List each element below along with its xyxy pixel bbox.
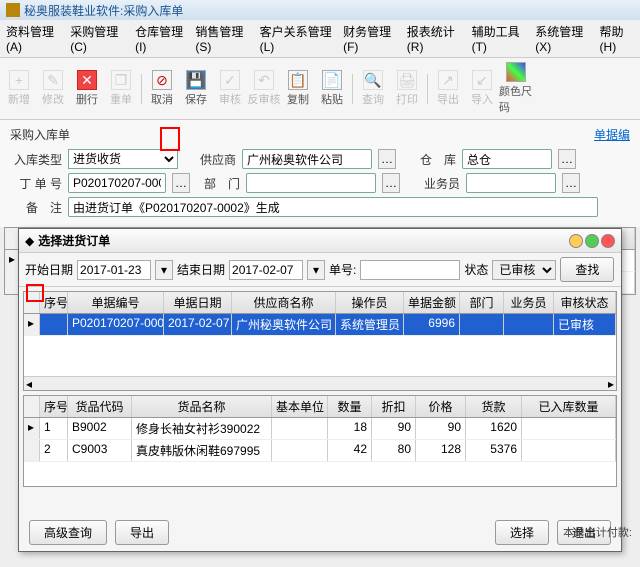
menu-system[interactable]: 系统管理(X) <box>533 22 591 55</box>
select-button[interactable]: 选择 <box>495 520 549 545</box>
save-button[interactable]: 💾保存 <box>179 68 213 109</box>
emp-lookup[interactable]: … <box>562 173 580 193</box>
orderno-lookup[interactable]: … <box>172 173 190 193</box>
paste-button[interactable]: 📄粘贴 <box>315 68 349 109</box>
menu-warehouse[interactable]: 仓库管理(I) <box>133 22 187 55</box>
label-end: 结束日期 <box>177 261 225 278</box>
label-orderno: 丁 单 号 <box>10 175 62 192</box>
search-icon: 🔍 <box>363 70 383 90</box>
dept-lookup[interactable]: … <box>382 173 400 193</box>
colorsize-button[interactable]: 颜色尺码 <box>499 60 533 117</box>
menu-sales[interactable]: 销售管理(S) <box>193 22 251 55</box>
page-title: 采购入库单 <box>10 126 70 143</box>
dialog-title: 选择进货订单 <box>38 232 110 249</box>
label-emp: 业务员 <box>406 175 460 192</box>
single-edit-link[interactable]: 单据编 <box>594 126 630 143</box>
warehouse-input[interactable] <box>462 149 552 169</box>
label-note: 备 注 <box>10 199 62 216</box>
window-title: 秘奥服装鞋业软件:采购入库单 <box>24 2 183 19</box>
palette-icon <box>506 62 526 82</box>
table-row[interactable]: ▸ P020170207-0002 2017-02-07 广州秘奥软件公司 系统… <box>24 314 616 336</box>
orders-grid: 序号 单据编号 单据日期 供应商名称 操作员 单据金额 部门 业务员 审核状态 … <box>23 291 617 391</box>
label-state: 状态 <box>464 261 488 278</box>
items-grid: 序号 货品代码 货品名称 基本单位 数量 折扣 价格 货款 已入库数量 ▸ 1 … <box>23 395 617 487</box>
app-icon <box>6 3 20 17</box>
start-date-picker[interactable]: ▾ <box>155 260 173 280</box>
note-input[interactable] <box>68 197 598 217</box>
menu-report[interactable]: 报表统计(R) <box>405 22 464 55</box>
import-button[interactable]: ↙导入 <box>465 68 499 109</box>
find-button[interactable]: 查找 <box>560 257 614 282</box>
label-warehouse: 仓 库 <box>402 151 456 168</box>
close-icon[interactable] <box>601 234 615 248</box>
printer-icon: 🖨 <box>397 70 417 90</box>
copy-button[interactable]: 📋复制 <box>281 68 315 109</box>
emp-input[interactable] <box>466 173 556 193</box>
new-button[interactable]: +新增 <box>2 68 36 109</box>
plus-icon: + <box>9 70 29 90</box>
delrow-button[interactable]: ✕删行 <box>70 68 104 109</box>
window-titlebar: 秘奥服装鞋业软件:采购入库单 <box>0 0 640 20</box>
end-date-picker[interactable]: ▾ <box>307 260 325 280</box>
advanced-query-button[interactable]: 高级查询 <box>29 520 107 545</box>
maximize-icon[interactable] <box>585 234 599 248</box>
export-icon: ↗ <box>438 70 458 90</box>
sum-label: 本单合计付款: <box>563 524 632 540</box>
select-order-dialog: ◆ 选择进货订单 开始日期 ▾ 结束日期 ▾ 单号: 状态 已审核 查找 序号 单… <box>18 228 622 552</box>
paste-icon: 📄 <box>322 70 342 90</box>
cancel-icon: ⊘ <box>152 70 172 90</box>
clipboard-icon: 📋 <box>288 70 308 90</box>
menubar: 资料管理(A) 采购管理(C) 仓库管理(I) 销售管理(S) 客户关系管理(L… <box>0 20 640 58</box>
dlg-export-button[interactable]: 导出 <box>115 520 169 545</box>
menu-tools[interactable]: 辅助工具(T) <box>470 22 528 55</box>
edit-button[interactable]: ✎修改 <box>36 68 70 109</box>
x-icon: ✕ <box>77 70 97 90</box>
cancel-button[interactable]: ⊘取消 <box>145 68 179 109</box>
undo-icon: ↶ <box>254 70 274 90</box>
dialog-icon: ◆ <box>25 234 34 248</box>
type-select[interactable]: 进货收货 <box>68 149 178 169</box>
start-date-input[interactable] <box>77 260 151 280</box>
export-button[interactable]: ↗导出 <box>431 68 465 109</box>
menu-purchase[interactable]: 采购管理(C) <box>68 22 127 55</box>
orderno-input[interactable] <box>68 173 166 193</box>
warehouse-lookup[interactable]: … <box>558 149 576 169</box>
menu-data[interactable]: 资料管理(A) <box>4 22 62 55</box>
toolbar: +新增 ✎修改 ✕删行 ❐重单 ⊘取消 💾保存 ✓审核 ↶反审核 📋复制 📄粘贴… <box>0 58 640 120</box>
table-row[interactable]: ▸ 1 B9002 修身长袖女衬衫390022 18 90 90 1620 <box>24 418 616 440</box>
state-select[interactable]: 已审核 <box>492 260 556 280</box>
hscrollbar[interactable]: ◂▸ <box>24 376 616 390</box>
dept-input[interactable] <box>246 173 376 193</box>
check-icon: ✓ <box>220 70 240 90</box>
supplier-input[interactable] <box>242 149 372 169</box>
label-dept: 部 门 <box>196 175 240 192</box>
label-start: 开始日期 <box>25 261 73 278</box>
table-row[interactable]: 2 C9003 真皮韩版休闲鞋697995 42 80 128 5376 <box>24 440 616 462</box>
disk-icon: 💾 <box>186 70 206 90</box>
import-icon: ↙ <box>472 70 492 90</box>
query-button[interactable]: 🔍查询 <box>356 68 390 109</box>
label-supplier: 供应商 <box>184 151 236 168</box>
end-date-input[interactable] <box>229 260 303 280</box>
label-no: 单号: <box>329 261 356 278</box>
dup-button[interactable]: ❐重单 <box>104 68 138 109</box>
pencil-icon: ✎ <box>43 70 63 90</box>
menu-finance[interactable]: 财务管理(F) <box>341 22 399 55</box>
print-button[interactable]: 🖨打印 <box>390 68 424 109</box>
menu-crm[interactable]: 客户关系管理(L) <box>258 22 335 55</box>
minimize-icon[interactable] <box>569 234 583 248</box>
copy-icon: ❐ <box>111 70 131 90</box>
unaudit-button[interactable]: ↶反审核 <box>247 68 281 109</box>
no-input[interactable] <box>360 260 460 280</box>
audit-button[interactable]: ✓审核 <box>213 68 247 109</box>
supplier-lookup[interactable]: … <box>378 149 396 169</box>
form-area: 采购入库单 单据编 入库类型 进货收货 供应商 … 仓 库 … 丁 单 号 … 部… <box>0 120 640 227</box>
menu-help[interactable]: 帮助(H) <box>598 22 636 55</box>
label-type: 入库类型 <box>10 151 62 168</box>
